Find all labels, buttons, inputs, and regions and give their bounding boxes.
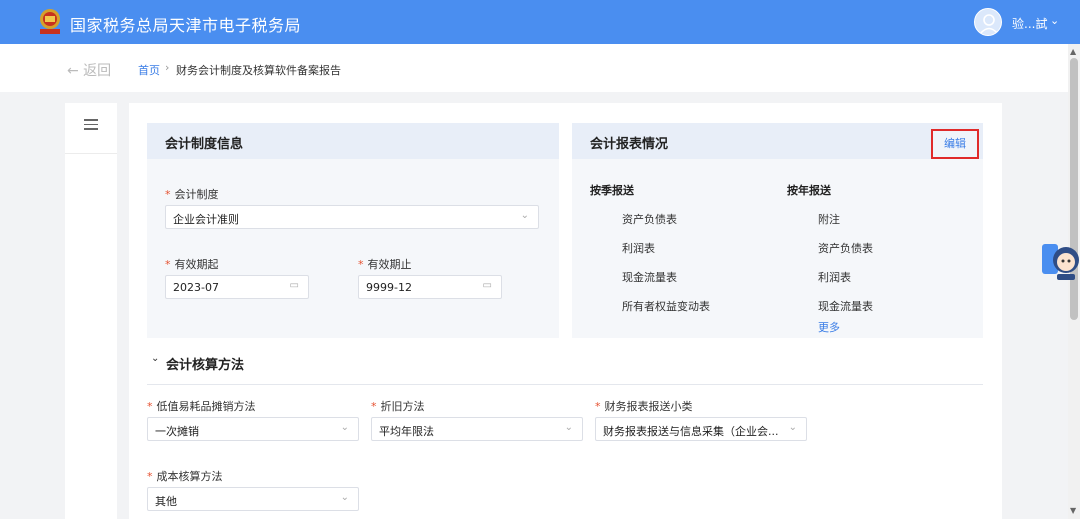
breadcrumb: ← 返回 首页 › 财务会计制度及核算软件备案报告 xyxy=(0,44,1068,92)
user-avatar[interactable] xyxy=(974,8,1002,36)
scroll-down-arrow-icon[interactable]: ▼ xyxy=(1070,506,1076,515)
depreciation-label: * 折旧方法 xyxy=(371,400,425,413)
accounting-system-label: * 会计制度 xyxy=(165,188,219,201)
more-link[interactable]: 更多 xyxy=(818,319,840,335)
panel-header: 会计报表情况 xyxy=(572,123,983,159)
annual-heading: 按年报送 xyxy=(787,184,831,197)
report-type-label: * 财务报表报送小类 xyxy=(595,400,693,413)
top-bar: 国家税务总局天津市电子税务局 验...試 ⌄ xyxy=(0,0,1080,44)
cost-method-select[interactable]: 其他 ⌄ xyxy=(147,487,359,511)
breadcrumb-separator: › xyxy=(165,61,170,74)
edit-button[interactable]: 编辑 xyxy=(931,129,979,159)
assistant-robot-icon[interactable] xyxy=(1040,238,1080,282)
chevron-down-icon: ⌄ xyxy=(520,210,529,221)
report-type-select[interactable]: 财务报表报送与信息采集（企业会... ⌄ xyxy=(595,417,807,441)
calendar-icon: ▭ xyxy=(289,280,299,291)
required-mark: * xyxy=(165,188,171,201)
section-title[interactable]: 会计核算方法 xyxy=(166,354,244,373)
calendar-icon: ▭ xyxy=(482,280,492,291)
chevron-down-icon: ⌄ xyxy=(340,492,349,503)
quarterly-report-item: 利润表 xyxy=(622,242,655,255)
sidebar-divider xyxy=(65,153,117,154)
side-menu xyxy=(65,103,117,519)
chevron-down-icon[interactable]: ⌄ xyxy=(151,353,159,364)
quarterly-report-item: 所有者权益变动表 xyxy=(622,300,710,313)
site-title: 国家税务总局天津市电子税务局 xyxy=(70,16,302,35)
menu-collapse-icon[interactable] xyxy=(84,119,98,133)
username[interactable]: 验...試 xyxy=(1012,15,1047,32)
start-date-label: * 有效期起 xyxy=(165,258,219,271)
annual-report-item: 附注 xyxy=(818,213,840,226)
tax-emblem-icon xyxy=(40,9,60,34)
panel-title: 会计制度信息 xyxy=(165,137,244,152)
chevron-down-icon: ⌄ xyxy=(340,422,349,433)
annual-report-item: 利润表 xyxy=(818,271,851,284)
chevron-down-icon[interactable]: ⌄ xyxy=(1050,14,1059,27)
low-value-amortization-select[interactable]: 一次摊销 ⌄ xyxy=(147,417,359,441)
scroll-up-arrow-icon[interactable]: ▲ xyxy=(1070,47,1076,56)
panel-header: 会计制度信息 xyxy=(147,123,559,159)
quarterly-heading: 按季报送 xyxy=(590,184,634,197)
breadcrumb-home-link[interactable]: 首页 xyxy=(138,62,160,78)
accounting-system-panel: 会计制度信息 * 会计制度 企业会计准则 ⌄ * 有效期起 2023-07 ▭ * 有… xyxy=(147,123,559,338)
quarterly-report-item: 资产负债表 xyxy=(622,213,677,226)
report-status-panel: 会计报表情况 按季报送 资产负债表 利润表 现金流量表 所有者权益变动表 按年报… xyxy=(572,123,983,338)
main-content: 会计制度信息 * 会计制度 企业会计准则 ⌄ * 有效期起 2023-07 ▭ * 有… xyxy=(129,103,1002,519)
cost-method-label: * 成本核算方法 xyxy=(147,470,223,483)
annual-report-item: 资产负债表 xyxy=(818,242,873,255)
section-divider xyxy=(147,384,983,385)
back-button[interactable]: ← 返回 xyxy=(67,60,111,80)
end-date-label: * 有效期止 xyxy=(358,258,412,271)
start-date-picker[interactable]: 2023-07 ▭ xyxy=(165,275,309,299)
panel-title: 会计报表情况 xyxy=(590,137,669,152)
accounting-system-select[interactable]: 企业会计准则 ⌄ xyxy=(165,205,539,229)
depreciation-select[interactable]: 平均年限法 ⌄ xyxy=(371,417,583,441)
end-date-picker[interactable]: 9999-12 ▭ xyxy=(358,275,502,299)
annual-report-item: 现金流量表 xyxy=(818,300,873,313)
chevron-down-icon: ⌄ xyxy=(788,422,797,433)
chevron-down-icon: ⌄ xyxy=(564,422,573,433)
breadcrumb-current: 财务会计制度及核算软件备案报告 xyxy=(176,64,341,77)
user-icon xyxy=(979,14,999,35)
low-value-amortization-label: * 低值易耗品摊销方法 xyxy=(147,400,256,413)
quarterly-report-item: 现金流量表 xyxy=(622,271,677,284)
